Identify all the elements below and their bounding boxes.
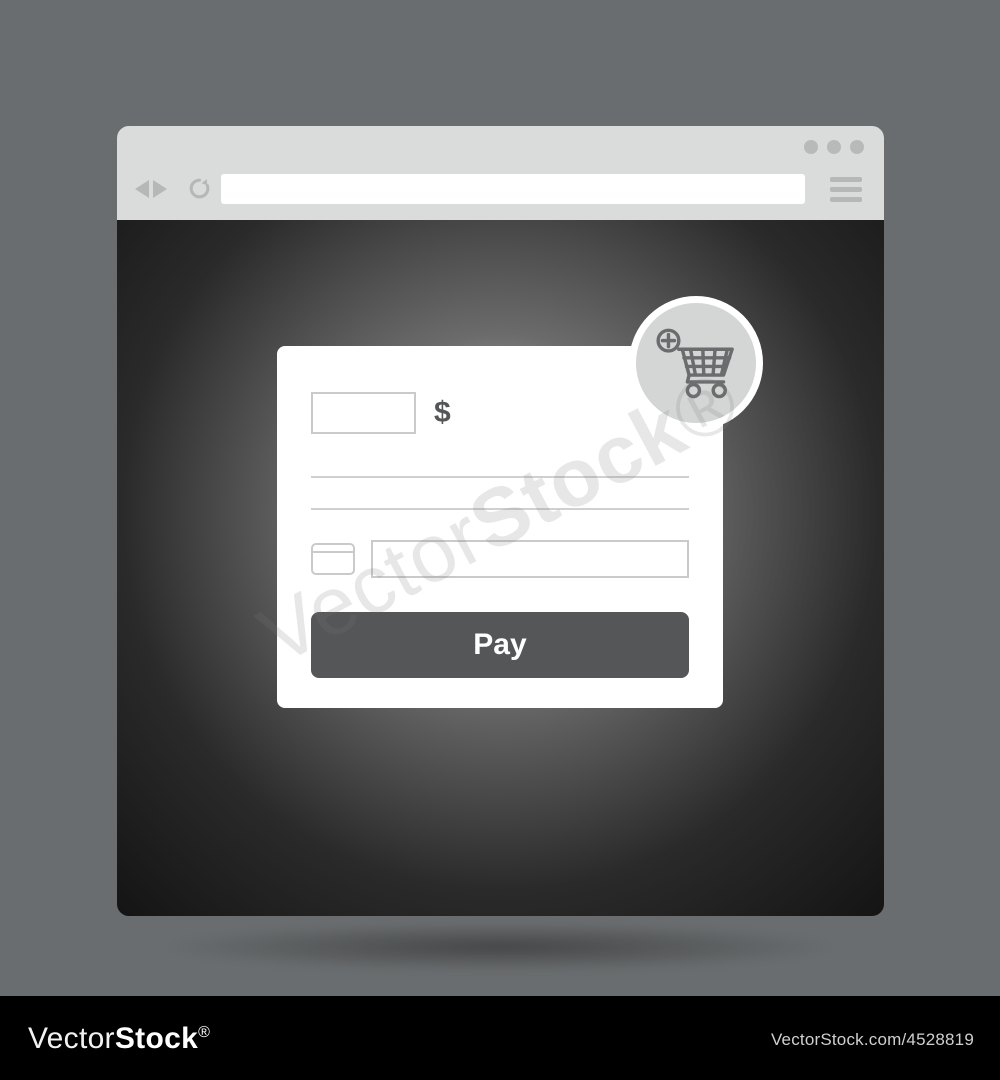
credit-card-icon [311,543,355,575]
brand-watermark: VectorStock® [28,1022,210,1056]
browser-viewport: $ Pay [117,220,884,916]
currency-label: $ [434,396,451,430]
add-to-cart-icon [653,325,739,401]
window-shadow [160,922,840,972]
window-control-dot[interactable] [827,140,841,154]
url-input[interactable] [221,174,805,204]
amount-input[interactable] [311,392,416,434]
browser-toolbar [117,126,884,220]
window-control-dot[interactable] [850,140,864,154]
card-row [311,540,689,578]
window-controls [804,140,864,154]
nav-arrows [135,180,167,198]
browser-window: $ Pay [117,126,884,916]
reload-icon[interactable] [187,176,212,201]
attribution-text: VectorStock.com/4528819 [771,1030,974,1050]
card-number-input[interactable] [371,540,689,578]
amount-row: $ [311,392,689,434]
menu-icon[interactable] [830,177,862,202]
payment-card: $ Pay [277,346,723,708]
window-control-dot[interactable] [804,140,818,154]
pay-button[interactable]: Pay [311,612,689,678]
back-icon[interactable] [135,180,149,198]
add-to-cart-badge[interactable] [629,296,763,430]
text-input-line-2[interactable] [311,508,689,510]
text-input-line-1[interactable] [311,476,689,478]
forward-icon[interactable] [153,180,167,198]
